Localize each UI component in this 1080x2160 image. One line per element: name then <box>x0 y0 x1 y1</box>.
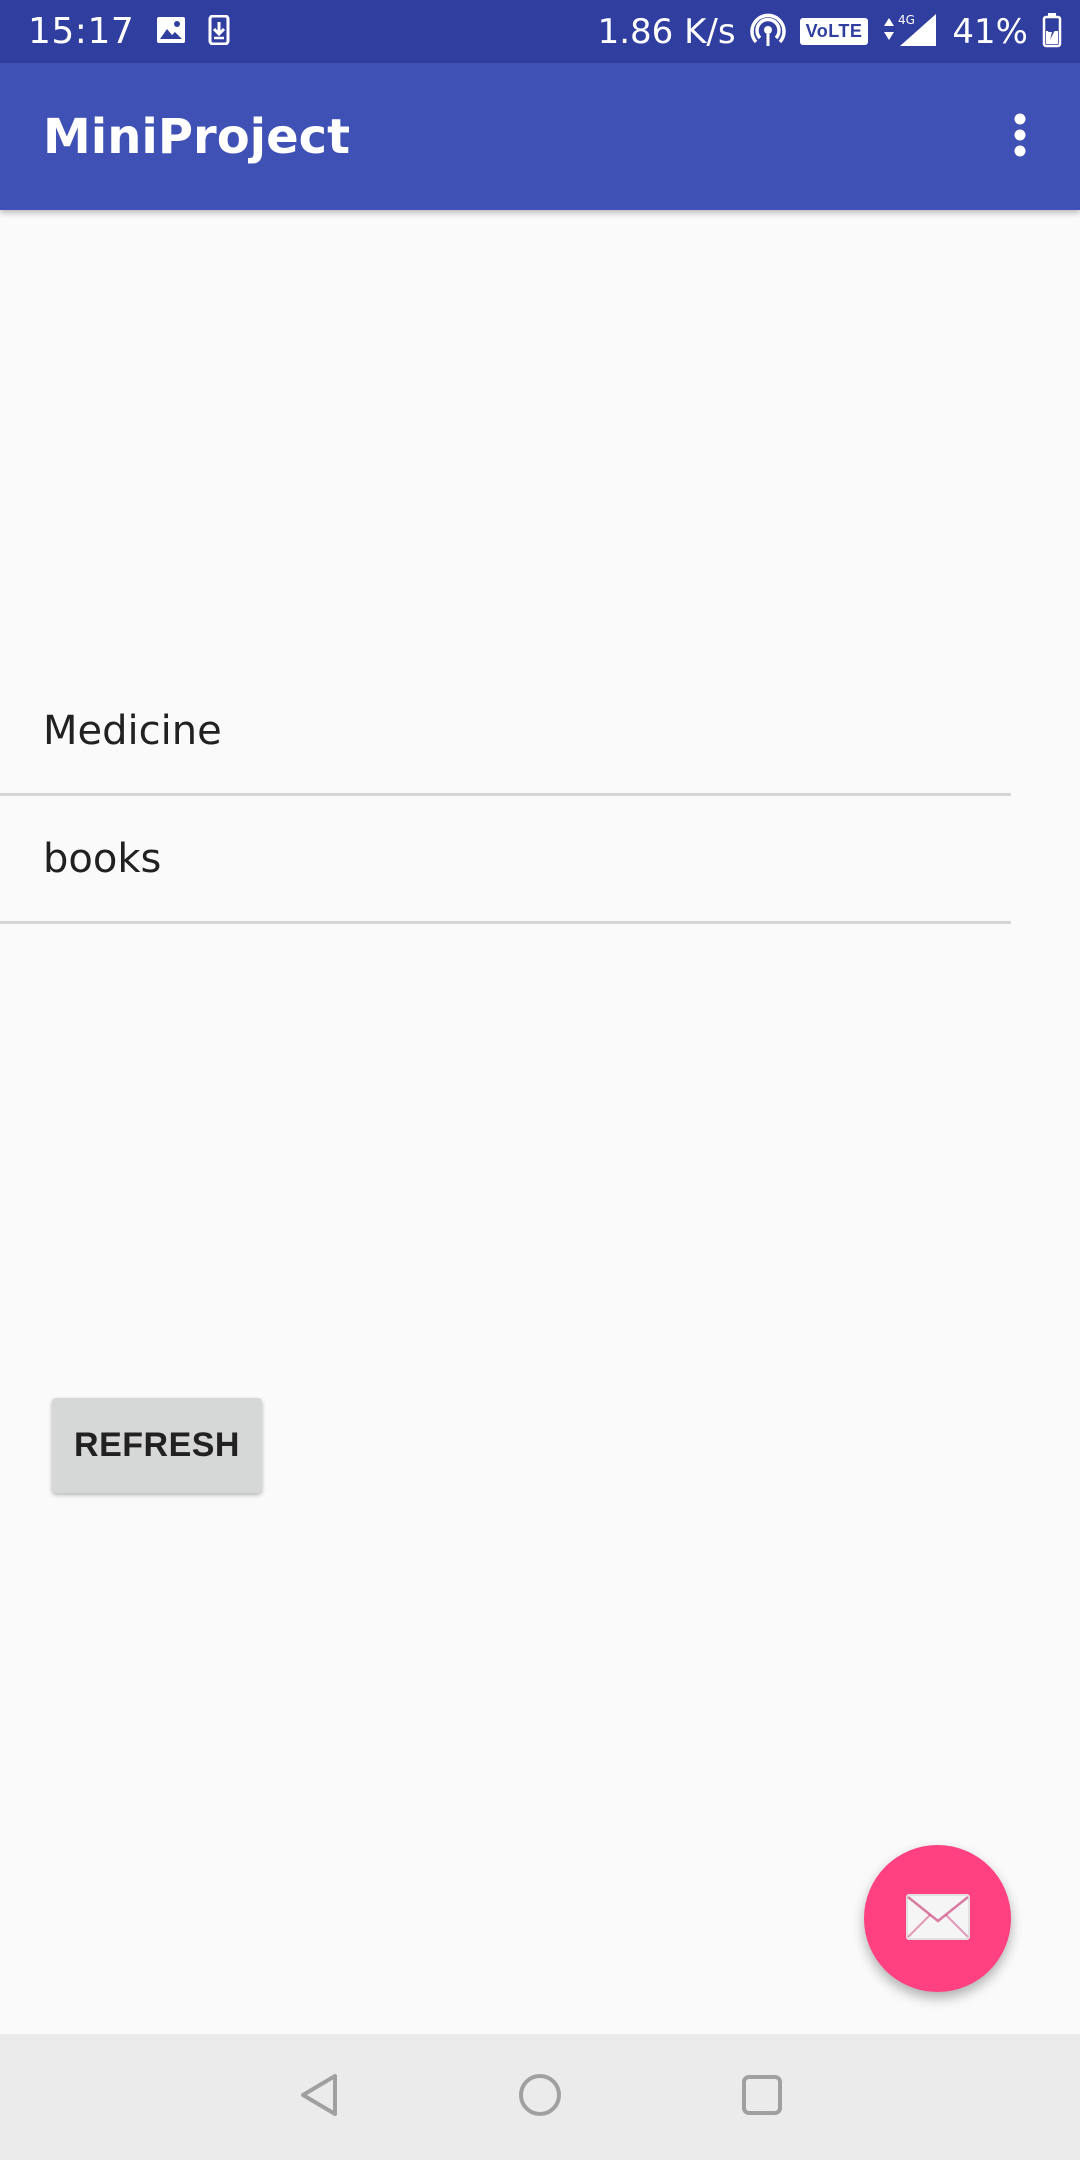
app-title: MiniProject <box>43 108 351 165</box>
list-item-label: books <box>43 835 162 882</box>
app-bar: MiniProject <box>0 63 1080 210</box>
image-notification-icon <box>156 16 186 48</box>
email-fab-button[interactable] <box>864 1845 1011 1992</box>
volte-badge: VoLTE <box>799 18 869 45</box>
overflow-menu-button[interactable] <box>990 105 1050 169</box>
more-vert-icon <box>1012 112 1028 162</box>
list-item[interactable]: books <box>0 796 1011 924</box>
battery-icon <box>1042 12 1062 52</box>
status-bar-right: 1.86 K/s VoLTE 4G 41% <box>598 0 1062 63</box>
battery-percent: 41% <box>952 11 1028 52</box>
network-type: 4G <box>898 13 915 27</box>
network-speed: 1.86 K/s <box>597 11 736 52</box>
status-time: 15:17 <box>28 11 135 52</box>
system-nav-bar <box>0 2034 1080 2160</box>
list-item[interactable]: Medicine <box>0 668 1011 796</box>
nav-back-button[interactable] <box>286 2064 352 2130</box>
email-icon <box>905 1893 971 1945</box>
signal-icon: 4G <box>882 12 938 52</box>
download-notification-icon <box>208 14 230 49</box>
recents-icon <box>740 2073 784 2121</box>
status-bar: 15:17 1.86 K/s VoLTE 4G 41% <box>0 0 1080 63</box>
list-item-label: Medicine <box>43 707 222 754</box>
refresh-button[interactable]: REFRESH <box>52 1398 262 1493</box>
nav-home-button[interactable] <box>507 2064 573 2130</box>
home-icon <box>517 2072 563 2122</box>
hotspot-icon <box>749 12 786 52</box>
category-list: Medicine books <box>0 668 1011 924</box>
back-icon <box>297 2071 341 2123</box>
nav-recents-button[interactable] <box>729 2064 795 2130</box>
status-bar-left: 15:17 <box>28 0 230 63</box>
